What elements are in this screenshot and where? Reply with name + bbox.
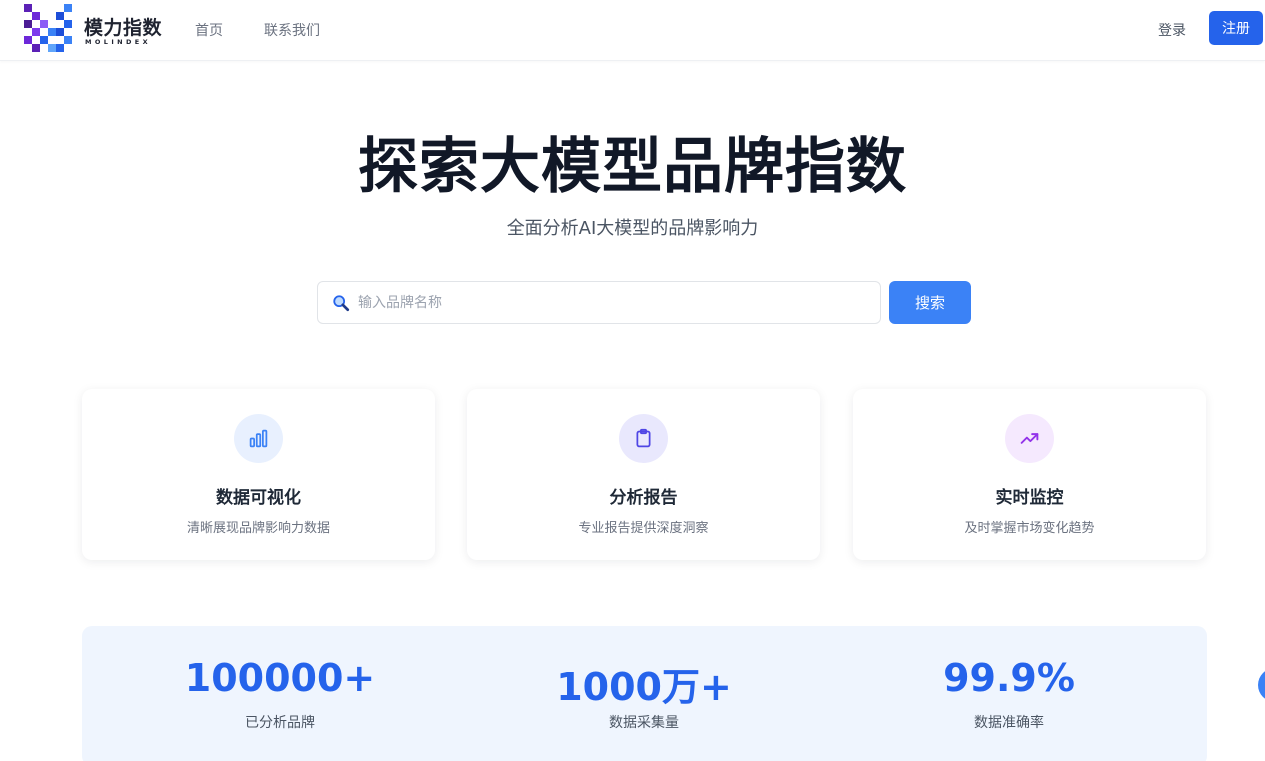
icon-circle	[1005, 414, 1054, 463]
hero-subtitle: 全面分析AI大模型的品牌影响力	[506, 218, 759, 239]
nav-contact-link[interactable]: 联系我们	[264, 20, 320, 40]
stat-label-data: 数据采集量	[609, 715, 679, 731]
feature-card-report: 分析报告 专业报告提供深度洞察	[467, 389, 820, 560]
clipboard-icon	[636, 428, 651, 448]
top-navbar: 模力指数 MOLINDEX 首页 联系我们 登录 注册	[0, 0, 1265, 61]
nav-home-link[interactable]: 首页	[195, 20, 223, 40]
stats-panel: 100000+ 已分析品牌 1000万+ 数据采集量 99.9% 数据准确率	[82, 626, 1207, 761]
stat-value-brands: 100000+	[184, 656, 376, 700]
logo-subtitle: MOLINDEX	[85, 38, 152, 46]
register-button[interactable]: 注册	[1209, 11, 1263, 45]
login-link[interactable]: 登录	[1158, 20, 1186, 40]
logo[interactable]: 模力指数 MOLINDEX	[24, 4, 174, 56]
feature-card-visualization: 数据可视化 清晰展现品牌影响力数据	[82, 389, 435, 560]
search-icon	[333, 295, 350, 312]
feature-description: 及时掌握市场变化趋势	[964, 521, 1095, 536]
logo-name: 模力指数	[84, 17, 163, 39]
floating-chat-button[interactable]	[1258, 668, 1265, 702]
feature-title: 数据可视化	[216, 488, 301, 508]
trending-up-icon	[1020, 433, 1039, 444]
feature-title: 分析报告	[609, 488, 678, 508]
stat-label-brands: 已分析品牌	[245, 715, 315, 731]
hero-title: 探索大模型品牌指数	[358, 132, 907, 202]
feature-description: 清晰展现品牌影响力数据	[186, 521, 330, 536]
feature-description: 专业报告提供深度洞察	[578, 521, 709, 536]
stat-value-data: 1000万+	[556, 665, 732, 709]
search-input[interactable]	[358, 283, 873, 322]
feature-title: 实时监控	[995, 488, 1064, 508]
search-button[interactable]: 搜索	[889, 281, 971, 324]
stat-label-accuracy: 数据准确率	[974, 715, 1044, 731]
logo-mark-icon	[24, 4, 72, 52]
stat-value-accuracy: 99.9%	[943, 656, 1075, 700]
feature-card-monitoring: 实时监控 及时掌握市场变化趋势	[853, 389, 1206, 560]
icon-circle	[234, 414, 283, 463]
icon-circle	[619, 414, 668, 463]
search-box	[317, 281, 881, 324]
bar-chart-icon	[249, 429, 268, 448]
